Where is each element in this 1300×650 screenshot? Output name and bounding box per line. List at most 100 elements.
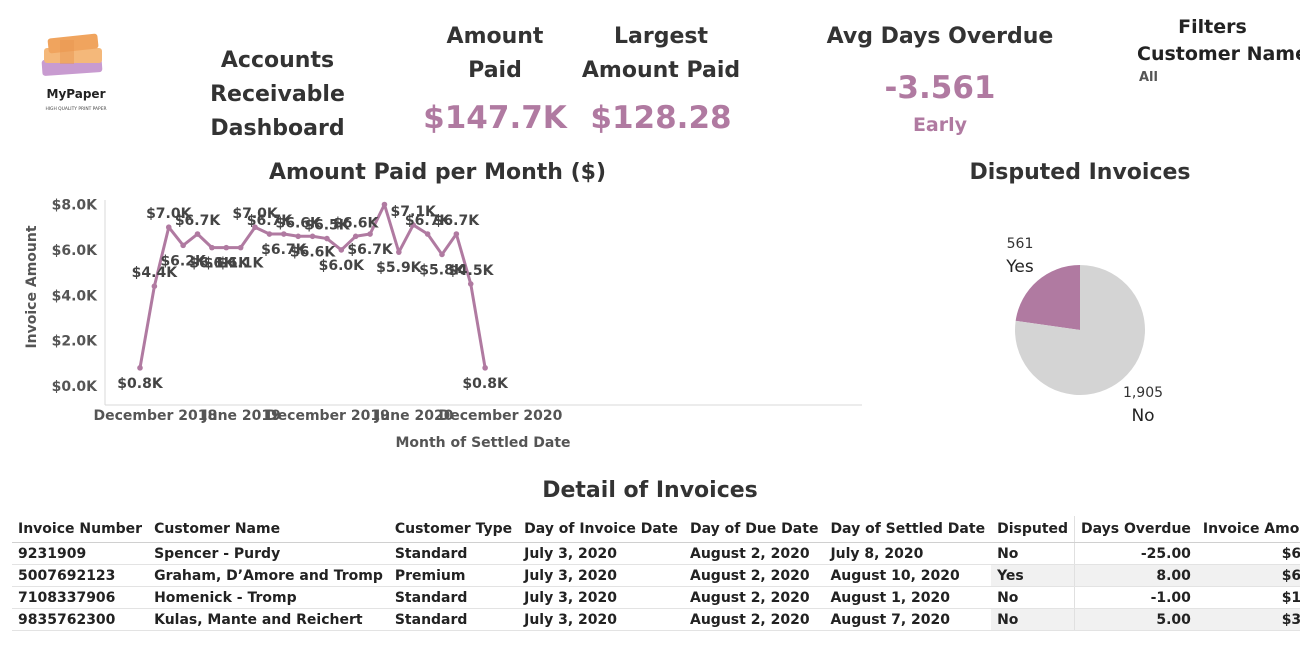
table-cell: $65.9 <box>1196 542 1300 565</box>
data-point[interactable] <box>295 233 301 240</box>
x-tick-label: December 2018 <box>93 408 217 424</box>
x-tick-label: December 2020 <box>439 408 563 424</box>
column-header[interactable]: Day of Settled Date <box>824 516 992 543</box>
table-cell: -1.00 <box>1074 586 1197 609</box>
column-header[interactable]: Invoice Amount <box>1196 516 1300 543</box>
table-cell: Yes <box>991 564 1075 587</box>
kpi-amount-paid-value: $147.7K <box>423 100 567 136</box>
data-point[interactable] <box>467 281 474 287</box>
x-axis-title: Month of Settled Date <box>395 435 570 451</box>
data-label: $4.5K <box>448 263 495 279</box>
pie-chart-title: Disputed Invoices <box>969 160 1191 185</box>
invoice-detail-table: Invoice Number Customer Name Customer Type… <box>12 516 1300 631</box>
y-tick-label: $4.0K <box>52 288 99 304</box>
data-label: $6.0K <box>319 258 366 274</box>
data-point[interactable] <box>396 249 402 255</box>
table-cell: $63.0 <box>1196 564 1300 587</box>
data-point[interactable] <box>453 231 460 237</box>
data-point[interactable] <box>237 244 244 251</box>
column-header[interactable]: Disputed <box>991 516 1075 543</box>
data-point[interactable] <box>352 233 359 240</box>
table-cell: Standard <box>388 542 519 565</box>
data-point[interactable] <box>151 283 158 289</box>
table-cell: Kulas, Mante and Reichert <box>148 608 389 631</box>
pie-value-label-no: 1,905 <box>1123 385 1163 401</box>
data-point[interactable] <box>309 233 316 240</box>
table-row[interactable]: 5007692123 Graham, D’Amore and Tromp Premi… <box>12 564 1300 587</box>
column-header[interactable]: Customer Name <box>148 516 389 543</box>
line-chart-title: Amount Paid per Month ($) <box>269 160 606 185</box>
data-point[interactable] <box>338 247 345 253</box>
table-cell: July 8, 2020 <box>824 542 992 565</box>
data-point[interactable] <box>137 365 143 371</box>
table-cell: $35.2 <box>1196 608 1300 631</box>
table-row[interactable]: 9835762300 Kulas, Mante and Reichert Stand… <box>12 608 1300 631</box>
data-point[interactable] <box>223 244 230 251</box>
kpi-avg-days-overdue-label: Avg Days Overdue <box>826 24 1054 49</box>
table-cell: $17.1 <box>1196 586 1300 609</box>
data-point[interactable] <box>165 224 172 231</box>
table-cell: July 3, 2020 <box>518 542 684 565</box>
table-title: Detail of Invoices <box>542 478 758 503</box>
data-point[interactable] <box>367 231 373 237</box>
data-point[interactable] <box>180 242 186 249</box>
column-header[interactable]: Invoice Number <box>12 516 149 543</box>
disputed-invoices-pie-chart: 561 Yes 1,905 No <box>1005 236 1163 426</box>
pie-value-label-yes: 561 <box>1007 236 1034 252</box>
table-cell: Standard <box>388 586 519 609</box>
y-tick-label: $0.0K <box>52 379 99 395</box>
data-point[interactable] <box>424 231 431 237</box>
table-cell: 9835762300 <box>12 608 149 631</box>
kpi-largest-amount-label: Largest Amount Paid <box>581 24 741 83</box>
table-cell: August 1, 2020 <box>824 586 992 609</box>
table-cell: Spencer - Purdy <box>148 542 389 565</box>
data-label: $5.9K <box>376 260 423 276</box>
table-cell: Premium <box>388 564 519 587</box>
data-point[interactable] <box>194 231 201 237</box>
table-cell: No <box>991 608 1075 631</box>
table-row[interactable]: 7108337906 Homenick - Tromp Standard July 3… <box>12 586 1300 609</box>
paper-stack-icon: MyPaper HIGH QUALITY PRINT PAPER <box>41 33 107 112</box>
filters-title: Filters <box>1178 16 1247 38</box>
table-cell: Homenick - Tromp <box>148 586 389 609</box>
pie-category-label-no: No <box>1131 406 1154 426</box>
data-label: $6.1K <box>218 256 265 272</box>
table-cell: August 2, 2020 <box>684 564 825 587</box>
data-point[interactable] <box>209 244 215 251</box>
data-label: $0.8K <box>117 376 164 392</box>
data-point[interactable] <box>482 365 488 371</box>
data-label: $0.8K <box>462 376 509 392</box>
y-tick-label: $6.0K <box>52 243 99 259</box>
customer-name-filter-value[interactable]: All <box>1139 70 1158 85</box>
kpi-avg-days-overdue-status: Early <box>912 114 968 136</box>
column-header[interactable]: Day of Invoice Date <box>518 516 684 543</box>
data-point[interactable] <box>439 251 445 258</box>
data-point[interactable] <box>281 231 287 237</box>
table-cell: July 3, 2020 <box>518 586 684 609</box>
table-cell: 8.00 <box>1074 564 1197 587</box>
data-point[interactable] <box>381 201 388 208</box>
table-cell: No <box>991 542 1075 565</box>
table-cell: August 7, 2020 <box>824 608 992 631</box>
table-cell: 9231909 <box>12 542 149 565</box>
kpi-amount-paid-label: Amount Paid <box>446 24 544 83</box>
amount-paid-line-chart: Invoice Amount Month of Settled Date $0.… <box>24 198 862 451</box>
table-cell: August 2, 2020 <box>684 586 825 609</box>
column-header[interactable]: Days Overdue <box>1074 516 1197 543</box>
y-axis-title: Invoice Amount <box>24 225 40 348</box>
data-label: $6.7K <box>347 242 394 258</box>
column-header[interactable]: Customer Type <box>388 516 519 543</box>
table-cell: 7108337906 <box>12 586 149 609</box>
table-cell: July 3, 2020 <box>518 608 684 631</box>
logo-text: MyPaper <box>47 87 106 101</box>
y-tick-label: $8.0K <box>52 198 99 214</box>
table-cell: Standard <box>388 608 519 631</box>
column-header[interactable]: Day of Due Date <box>684 516 825 543</box>
data-point[interactable] <box>324 235 330 242</box>
table-cell: August 2, 2020 <box>684 608 825 631</box>
data-point[interactable] <box>266 231 273 237</box>
kpi-avg-days-overdue-value: -3.561 <box>884 70 996 106</box>
pie-category-label-yes: Yes <box>1005 257 1034 277</box>
table-cell: 5007692123 <box>12 564 149 587</box>
table-row[interactable]: 9231909 Spencer - Purdy Standard July 3, 20… <box>12 542 1300 565</box>
